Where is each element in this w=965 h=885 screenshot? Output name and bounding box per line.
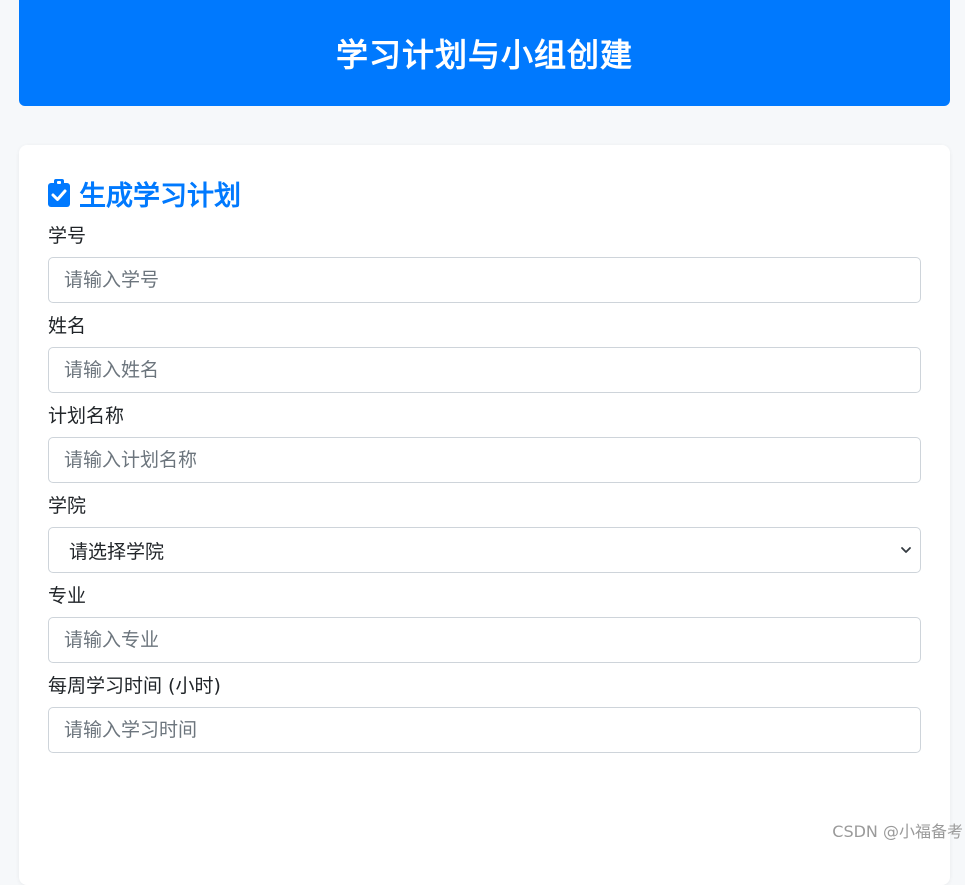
name-group: 姓名: [48, 311, 921, 393]
college-selected-value: 请选择学院: [69, 537, 164, 564]
name-label: 姓名: [48, 311, 921, 341]
page-header: 学习计划与小组创建: [19, 0, 950, 106]
weekly-hours-group: 每周学习时间 (小时): [48, 671, 921, 753]
section-title: 生成学习计划: [79, 174, 241, 213]
college-label: 学院: [48, 491, 921, 521]
weekly-hours-input[interactable]: [48, 707, 921, 753]
chevron-down-icon: [900, 544, 912, 556]
page-title: 学习计划与小组创建: [336, 30, 633, 76]
watermark: CSDN @小福备考: [832, 818, 963, 842]
major-label: 专业: [48, 581, 921, 611]
major-input[interactable]: [48, 617, 921, 663]
plan-name-input[interactable]: [48, 437, 921, 483]
student-id-group: 学号: [48, 221, 921, 303]
college-group: 学院 请选择学院: [48, 491, 921, 573]
study-plan-card: 生成学习计划 学号 姓名 计划名称 学院 请选择学院 专业 每周学习时间 (小时…: [19, 145, 950, 885]
plan-name-label: 计划名称: [48, 401, 921, 431]
section-heading: 生成学习计划: [48, 173, 921, 213]
clipboard-check-icon: [48, 179, 70, 207]
student-id-label: 学号: [48, 221, 921, 251]
student-id-input[interactable]: [48, 257, 921, 303]
college-select[interactable]: 请选择学院: [48, 527, 921, 573]
major-group: 专业: [48, 581, 921, 663]
name-input[interactable]: [48, 347, 921, 393]
plan-name-group: 计划名称: [48, 401, 921, 483]
weekly-hours-label: 每周学习时间 (小时): [48, 671, 921, 701]
